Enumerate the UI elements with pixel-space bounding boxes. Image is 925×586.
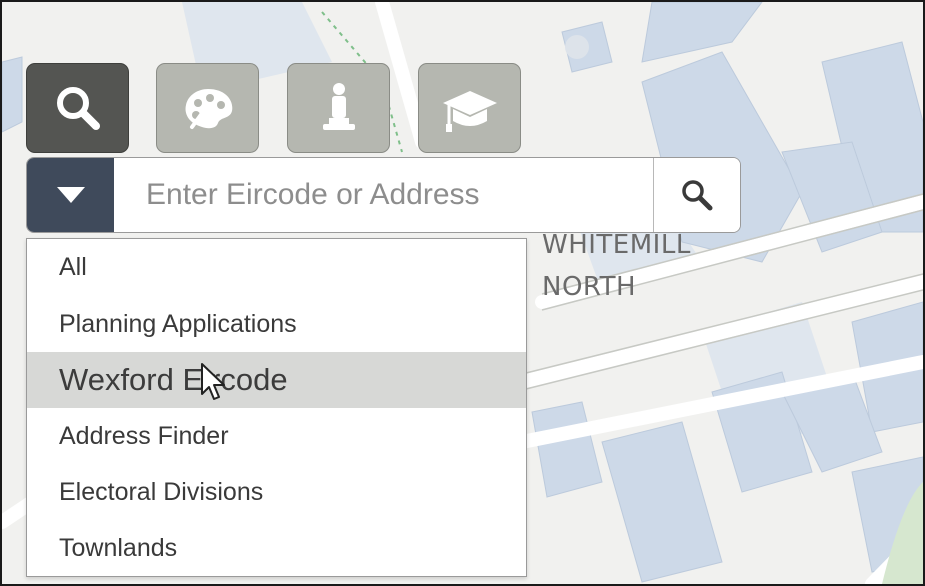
- place-label: NORTH: [542, 272, 637, 302]
- magnifier-icon: [56, 87, 100, 130]
- menu-item-electoral-divisions[interactable]: Electoral Divisions: [27, 464, 526, 520]
- search-type-dropdown-toggle[interactable]: [27, 158, 114, 232]
- menu-item-wexford-eircode[interactable]: Wexford Eircode: [27, 352, 526, 408]
- search-button[interactable]: [653, 158, 740, 232]
- menu-item-planning-applications[interactable]: Planning Applications: [27, 296, 526, 352]
- palette-icon: [185, 89, 232, 129]
- search-icon: [682, 180, 713, 211]
- menu-item-townlands[interactable]: Townlands: [27, 520, 526, 576]
- map-roundabout: [565, 35, 589, 59]
- theme-button-search[interactable]: [26, 63, 129, 153]
- mortarboard-icon: [442, 91, 497, 132]
- search-bar: [26, 157, 741, 233]
- caret-down-icon: [56, 187, 85, 203]
- search-input[interactable]: [114, 158, 653, 232]
- statue-icon: [322, 83, 355, 130]
- menu-item-all[interactable]: All: [27, 239, 526, 296]
- theme-button-monument[interactable]: [287, 63, 390, 153]
- theme-button-education[interactable]: [418, 63, 521, 153]
- app-frame: WHITEMILL NORTH Enter Eircode or Address…: [0, 0, 925, 586]
- search-type-menu: All Planning Applications Wexford Eircod…: [26, 238, 527, 577]
- theme-button-arts[interactable]: [156, 63, 259, 153]
- place-label: WHITEMILL: [542, 230, 691, 260]
- menu-item-address-finder[interactable]: Address Finder: [27, 408, 526, 464]
